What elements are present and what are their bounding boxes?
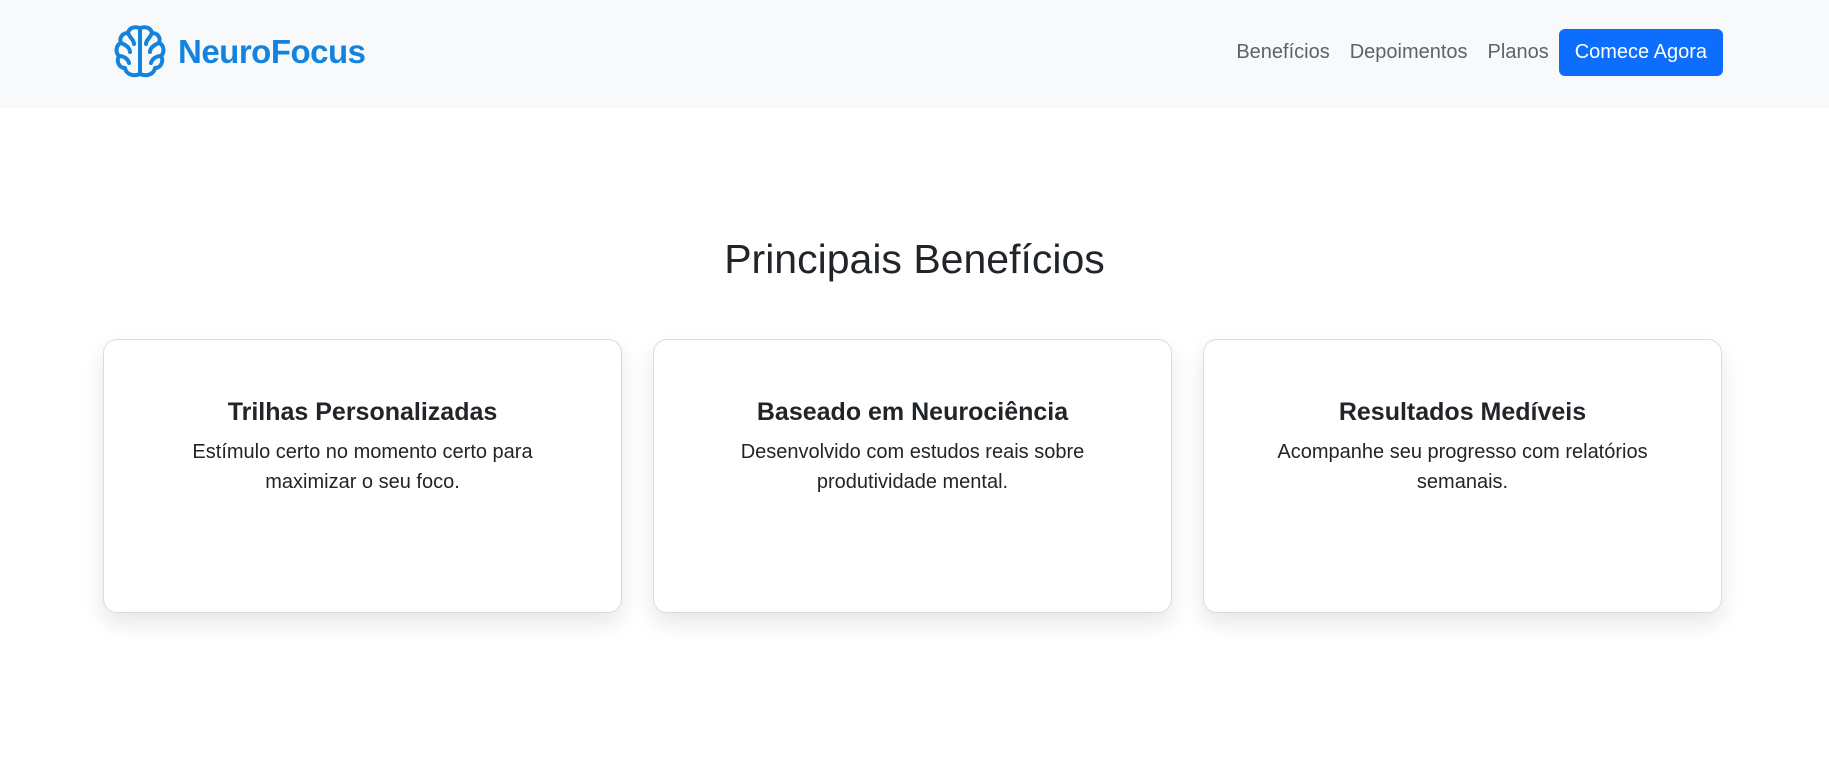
benefit-card-title: Resultados Medíveis <box>1338 398 1587 426</box>
benefit-card-text: Acompanhe seu progresso com relatórios s… <box>1277 441 1648 493</box>
benefit-card-text: Estímulo certo no momento certo para max… <box>192 441 533 493</box>
brain-icon <box>114 25 166 78</box>
comece-agora-button[interactable]: Comece Agora <box>1558 29 1723 76</box>
benefit-card: Baseado em Neurociência Desenvolvido com… <box>653 339 1172 613</box>
brand-name: NeuroFocus <box>178 33 366 70</box>
nav-link-depoimentos[interactable]: Depoimentos <box>1340 29 1478 76</box>
benefit-cards: Trilhas Personalizadas Estímulo certo no… <box>103 339 1722 613</box>
benefit-card: Resultados Medíveis Acompanhe seu progre… <box>1203 339 1722 613</box>
brand-link[interactable]: NeuroFocus <box>110 22 366 82</box>
benefits-title: Principais Benefícios <box>724 236 1105 282</box>
benefit-card: Trilhas Personalizadas Estímulo certo no… <box>103 339 622 613</box>
nav-links: Benefícios Depoimentos Planos Comece Ago… <box>1226 29 1723 76</box>
benefit-card-title: Trilhas Personalizadas <box>227 398 498 426</box>
nav-link-planos[interactable]: Planos <box>1478 29 1559 76</box>
benefit-card-title: Baseado em Neurociência <box>756 398 1069 426</box>
nav-link-beneficios[interactable]: Benefícios <box>1226 29 1339 76</box>
benefit-card-text: Desenvolvido com estudos reais sobre pro… <box>740 441 1085 493</box>
navbar: NeuroFocus Benefícios Depoimentos Planos… <box>0 0 1829 108</box>
